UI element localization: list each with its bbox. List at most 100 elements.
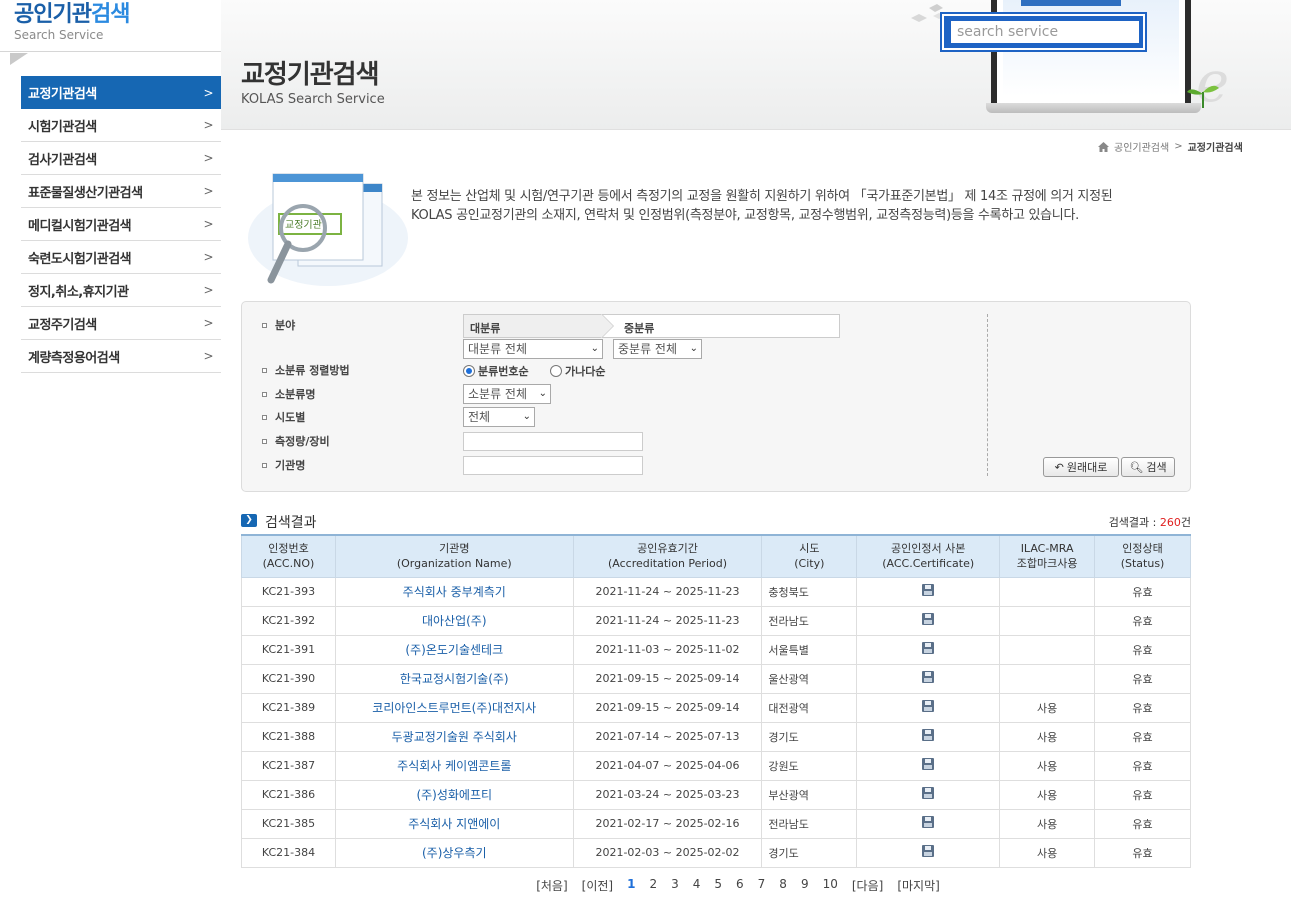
cell-org-name-link[interactable]: 주식회사 중부계측기 <box>334 576 574 607</box>
cell-period: 2021-09-15 ~ 2025-09-14 <box>572 663 763 694</box>
minor-category-select[interactable]: 소분류 전체 ⌄ <box>463 384 551 404</box>
pager-page-link[interactable]: 7 <box>751 877 773 894</box>
pager-page-link[interactable]: 10 <box>816 877 845 894</box>
sidebar-item-7[interactable]: 교정주기검색 > <box>21 307 221 340</box>
cell-status: 유효 <box>1094 605 1191 636</box>
sidebar-item-label: 교정주기검색 <box>28 317 97 333</box>
search-icon: 🔍︎ <box>1129 460 1144 474</box>
cell-org-name-link[interactable]: 대아산업(주) <box>334 605 574 636</box>
field-label-sort: 소분류 정렬방법 <box>262 362 350 378</box>
cell-status: 유효 <box>1094 808 1191 839</box>
pager-first-link[interactable]: [처음] <box>529 877 574 894</box>
table-row: KC21-386 (주)성화에프티 2021-03-24 ~ 2025-03-23 부… <box>241 779 1191 810</box>
results-count: 검색결과 : 260건 <box>1108 516 1191 529</box>
banner-search-box[interactable]: search service <box>942 14 1145 50</box>
cell-city: 부산광역 <box>761 779 858 810</box>
certificate-download-icon[interactable] <box>922 584 935 596</box>
sidebar-divider <box>0 51 221 52</box>
chevron-right-icon: > <box>203 118 213 132</box>
pager-page-link[interactable]: 8 <box>772 877 794 894</box>
table-row: KC21-393 주식회사 중부계측기 2021-11-24 ~ 2025-11-2… <box>241 576 1191 607</box>
certificate-download-icon[interactable] <box>922 758 935 770</box>
pager-page-link[interactable]: 2 <box>642 877 664 894</box>
cell-org-name-link[interactable]: (주)성화에프티 <box>334 779 574 810</box>
pager-page-link[interactable]: 6 <box>729 877 751 894</box>
cell-city: 서울특별 <box>761 634 858 665</box>
pager-page-link[interactable]: 4 <box>686 877 708 894</box>
chevron-right-icon: > <box>203 85 213 100</box>
sidebar-item-label: 숙련도시험기관검색 <box>28 251 132 267</box>
column-header-en: (ACC.NO) <box>262 557 315 571</box>
column-header-ko: 인정번호 <box>268 542 309 556</box>
cell-org-name-link[interactable]: 코리아인스트루먼트(주)대전지사 <box>334 692 574 723</box>
cell-org-name-link[interactable]: 주식회사 케이엠콘트롤 <box>334 750 574 781</box>
sidebar-item-3[interactable]: 표준물질생산기관검색 > <box>21 175 221 208</box>
middle-category-select[interactable]: 중분류 전체 ⌄ <box>613 339 702 359</box>
pager-page-link[interactable]: 5 <box>707 877 729 894</box>
measure-input[interactable] <box>463 432 643 451</box>
banner-search-input[interactable]: search service <box>948 21 1139 43</box>
cell-org-name-link[interactable]: 두광교정기술원 주식회사 <box>334 721 574 752</box>
cell-city: 경기도 <box>761 837 858 868</box>
certificate-download-icon[interactable] <box>922 729 935 741</box>
breadcrumb: 공인기관검색 > 교정기관검색 <box>1098 139 1243 154</box>
cell-mra: 사용 <box>999 692 1096 723</box>
cell-certificate <box>856 692 1001 723</box>
cell-period: 2021-11-24 ~ 2025-11-23 <box>572 605 763 636</box>
site-logo[interactable]: 공인기관검색 Search Service <box>14 2 214 42</box>
reset-button[interactable]: ↶ 원래대로 <box>1043 457 1119 477</box>
breadcrumb-current: 교정기관검색 <box>1187 143 1243 154</box>
major-category-header: 대분류 <box>470 322 501 335</box>
cell-mra: 사용 <box>999 837 1096 868</box>
cell-org-name-link[interactable]: 주식회사 지앤에이 <box>334 808 574 839</box>
sort-alphabetical-radio[interactable]: 가나다순 <box>550 363 605 379</box>
certificate-download-icon[interactable] <box>922 700 935 712</box>
logo-subtitle: Search Service <box>14 28 104 42</box>
middle-category-header: 중분류 <box>624 322 655 335</box>
cell-status: 유효 <box>1094 750 1191 781</box>
sidebar-item-8[interactable]: 계량측정용어검색 > <box>21 340 221 373</box>
pager-page-link[interactable]: 1 <box>620 877 642 894</box>
major-category-select[interactable]: 대분류 전체 ⌄ <box>463 339 603 359</box>
sidebar-item-4[interactable]: 메디컬시험기관검색 > <box>21 208 221 241</box>
pager-page-link[interactable]: 3 <box>664 877 686 894</box>
cell-org-name-link[interactable]: (주)상우측기 <box>334 837 574 868</box>
table-row: KC21-384 (주)상우측기 2021-02-03 ~ 2025-02-02 경기… <box>241 837 1191 868</box>
breadcrumb-home-link[interactable]: 공인기관검색 <box>1114 139 1169 154</box>
sidebar-item-5[interactable]: 숙련도시험기관검색 > <box>21 241 221 274</box>
cell-city: 충청북도 <box>761 576 858 607</box>
sidebar-item-label: 시험기관검색 <box>28 119 97 135</box>
certificate-download-icon[interactable] <box>922 787 935 799</box>
cell-certificate <box>856 634 1001 665</box>
sidebar-item-6[interactable]: 정지,취소,휴지기관 > <box>21 274 221 307</box>
pager-prev-link[interactable]: [이전] <box>575 877 620 894</box>
sidebar-item-2[interactable]: 검사기관검색 > <box>21 142 221 175</box>
sort-by-number-radio[interactable]: 분류번호순 <box>463 363 529 379</box>
chevron-right-icon: > <box>203 151 213 165</box>
pager-page-link[interactable]: 9 <box>794 877 816 894</box>
cell-org-name-link[interactable]: (주)온도기술센테크 <box>334 634 574 665</box>
search-button[interactable]: 🔍︎ 검색 <box>1121 457 1175 477</box>
results-title: 검색결과 <box>265 515 317 531</box>
cell-period: 2021-04-07 ~ 2025-04-06 <box>572 750 763 781</box>
certificate-download-icon[interactable] <box>922 642 935 654</box>
certificate-download-icon[interactable] <box>922 671 935 683</box>
region-select[interactable]: 전체 ⌄ <box>463 407 535 427</box>
cell-city: 울산광역 <box>761 663 858 694</box>
pager-last-link[interactable]: [마지막] <box>890 877 946 894</box>
cell-org-name-link[interactable]: 한국교정시험기술(주) <box>334 663 574 694</box>
cell-period: 2021-07-14 ~ 2025-07-13 <box>572 721 763 752</box>
plant-icon <box>1187 85 1219 108</box>
sidebar-item-0[interactable]: 교정기관검색 > <box>21 76 221 109</box>
table-row: KC21-389 코리아인스트루먼트(주)대전지사 2021-09-15 ~ 202… <box>241 692 1191 723</box>
certificate-download-icon[interactable] <box>922 613 935 625</box>
certificate-download-icon[interactable] <box>922 845 935 857</box>
home-icon[interactable] <box>1098 141 1109 152</box>
pager-next-link[interactable]: [다음] <box>845 877 890 894</box>
sidebar-item-1[interactable]: 시험기관검색 > <box>21 109 221 142</box>
cell-certificate <box>856 663 1001 694</box>
org-name-input[interactable] <box>463 456 643 475</box>
chevron-down-icon: ⌄ <box>689 343 698 354</box>
certificate-download-icon[interactable] <box>922 816 935 828</box>
table-header-row: 인정번호 (ACC.NO) 기관명 (Organization Name) 공인유효기간… <box>241 534 1191 578</box>
